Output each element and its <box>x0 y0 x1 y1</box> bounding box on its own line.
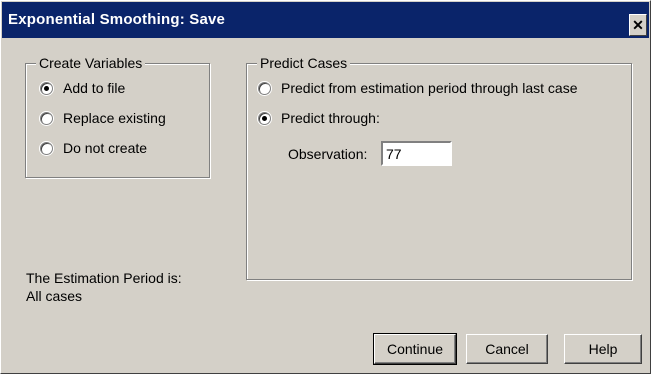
radio-predict-through-last-case[interactable]: Predict from estimation period through l… <box>258 80 577 96</box>
radio-label: Add to file <box>63 80 126 96</box>
radio-do-not-create[interactable]: Do not create <box>40 140 147 156</box>
window-title: Exponential Smoothing: Save <box>8 11 226 28</box>
continue-button[interactable]: Continue <box>373 333 457 365</box>
observation-label: Observation: <box>288 146 368 162</box>
radio-label: Replace existing <box>63 110 166 126</box>
radio-label: Do not create <box>63 140 148 156</box>
radio-button-icon[interactable] <box>40 141 53 155</box>
radio-label: Predict through: <box>281 110 380 126</box>
title-bar: Exponential Smoothing: Save ✕ <box>2 2 649 38</box>
radio-predict-through[interactable]: Predict through: <box>258 110 380 126</box>
radio-button-icon[interactable] <box>40 81 53 95</box>
radio-button-icon[interactable] <box>258 111 271 125</box>
close-icon: ✕ <box>632 16 644 33</box>
radio-button-icon[interactable] <box>40 111 53 125</box>
radio-replace-existing[interactable]: Replace existing <box>40 110 166 126</box>
estimation-period-label: The Estimation Period is: <box>26 270 182 286</box>
radio-button-icon[interactable] <box>258 81 271 95</box>
predict-cases-legend: Predict Cases <box>257 55 351 71</box>
radio-label: Predict from estimation period through l… <box>281 80 578 96</box>
help-button[interactable]: Help <box>564 334 642 364</box>
observation-input[interactable] <box>381 141 452 166</box>
create-variables-legend: Create Variables <box>36 55 146 71</box>
estimation-period-value: All cases <box>26 288 83 304</box>
close-button[interactable]: ✕ <box>629 14 647 36</box>
cancel-button[interactable]: Cancel <box>466 334 548 364</box>
radio-add-to-file[interactable]: Add to file <box>40 80 125 96</box>
